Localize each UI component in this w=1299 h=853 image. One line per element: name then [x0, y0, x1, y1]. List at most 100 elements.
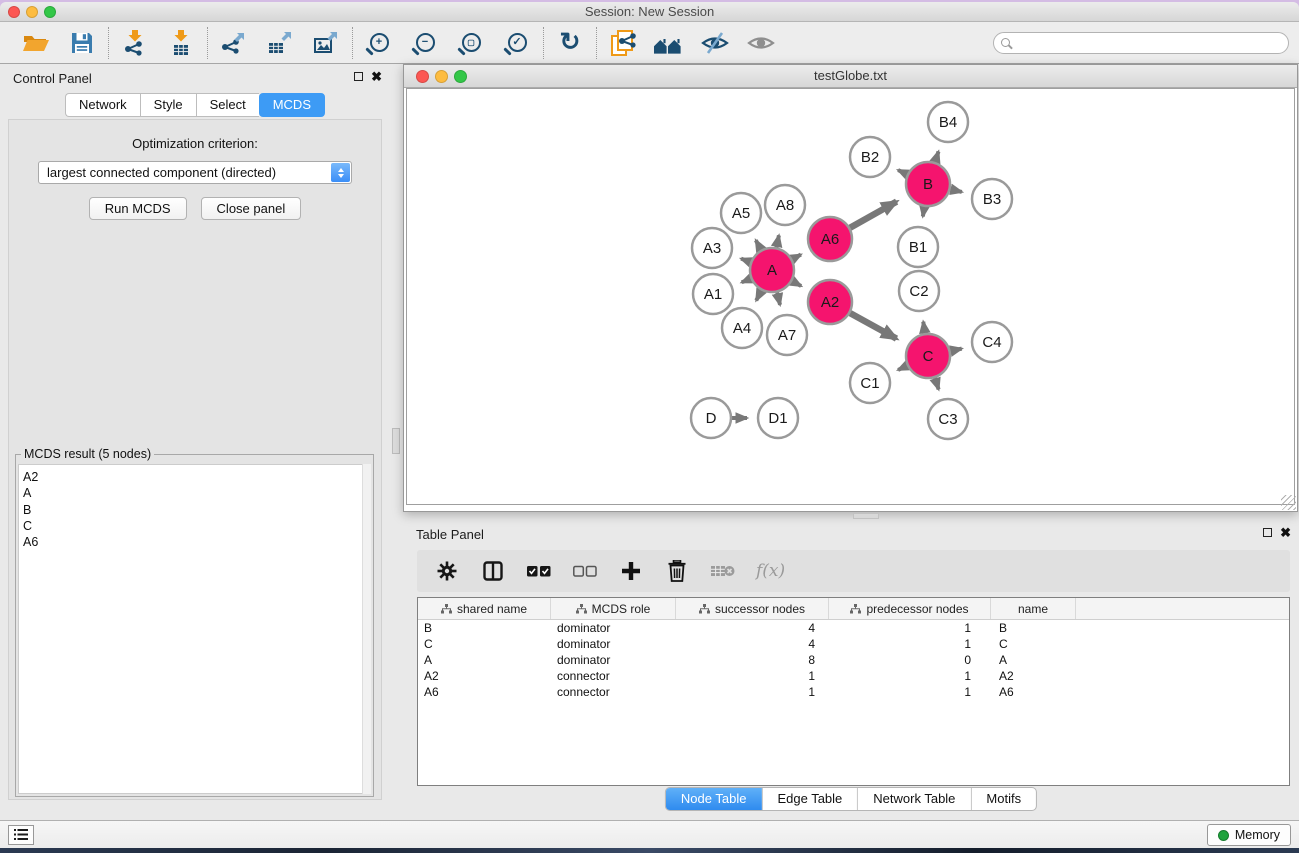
network-close-button[interactable] — [416, 70, 429, 83]
tab-network[interactable]: Network — [65, 93, 140, 117]
table-cell: 1 — [829, 637, 991, 651]
graph-edge-B-B4[interactable] — [935, 152, 938, 163]
tab-edge-table[interactable]: Edge Table — [762, 788, 858, 810]
tab-mcds[interactable]: MCDS — [259, 93, 325, 117]
graph-edge-A2-C[interactable] — [850, 313, 896, 339]
graph-edge-C-C2[interactable] — [923, 322, 925, 334]
function-builder-icon[interactable]: f(x) — [756, 556, 785, 586]
export-table-icon[interactable] — [264, 27, 296, 59]
close-panel-icon[interactable]: ✖ — [371, 72, 382, 81]
mcds-result-list[interactable]: A2ABCA6 — [18, 464, 371, 794]
graph-edge-C-C4[interactable] — [950, 349, 961, 351]
network-graph[interactable]: B4B2BB3A8A5A6B1A3AC2A1A2A4A7C4CC1C3DD1 — [407, 89, 1297, 504]
search-box[interactable] — [993, 32, 1289, 54]
table-row[interactable]: Cdominator41C — [418, 636, 1289, 652]
column-header-mcds-role[interactable]: MCDS role — [551, 598, 676, 619]
minimize-window-button[interactable] — [26, 6, 38, 18]
graph-edge-B-B2[interactable] — [898, 170, 907, 174]
table-cell: B — [418, 621, 551, 635]
column-header-successor-nodes[interactable]: successor nodes — [676, 598, 829, 619]
splitter-grip[interactable] — [392, 428, 400, 454]
import-network-icon[interactable] — [119, 27, 151, 59]
column-header-name[interactable]: name — [991, 598, 1076, 619]
close-panel-icon[interactable]: ✖ — [1280, 528, 1291, 537]
table-cell: connector — [551, 669, 676, 683]
graph-edge-A-A6[interactable] — [792, 255, 801, 260]
open-session-icon[interactable] — [20, 27, 52, 59]
combo-stepper-icon[interactable] — [331, 163, 350, 182]
table-row[interactable]: A2connector11A2 — [418, 668, 1289, 684]
table-cell: C — [418, 637, 551, 651]
splitter-grip[interactable] — [853, 513, 879, 519]
node-table[interactable]: shared nameMCDS rolesuccessor nodesprede… — [417, 597, 1290, 786]
table-cell: 8 — [676, 653, 829, 667]
graph-edge-A-A2[interactable] — [792, 281, 801, 286]
column-header-predecessor-nodes[interactable]: predecessor nodes — [829, 598, 991, 619]
graph-edge-B-B1[interactable] — [923, 207, 925, 217]
graph-edge-A6-B[interactable] — [850, 202, 897, 228]
tab-node-table[interactable]: Node Table — [666, 788, 763, 810]
export-network-icon[interactable] — [218, 27, 250, 59]
add-column-icon[interactable] — [618, 556, 644, 586]
new-network-from-selection-icon[interactable] — [607, 27, 639, 59]
vertical-splitter[interactable] — [390, 64, 403, 820]
float-panel-icon[interactable] — [354, 72, 363, 81]
run-mcds-button[interactable]: Run MCDS — [89, 197, 187, 220]
table-row[interactable]: Adominator80A — [418, 652, 1289, 668]
column-header-shared-name[interactable]: shared name — [418, 598, 551, 619]
memory-button[interactable]: Memory — [1207, 824, 1291, 846]
tab-select[interactable]: Select — [196, 93, 259, 117]
float-panel-icon[interactable] — [1263, 528, 1272, 537]
graph-edge-A-A5[interactable] — [756, 240, 761, 250]
search-input[interactable] — [1015, 36, 1265, 50]
apply-layout-icon[interactable]: ↻ — [554, 27, 586, 59]
result-list-scrollbar[interactable] — [362, 464, 371, 794]
graph-edge-A-A3[interactable] — [741, 259, 750, 262]
result-item[interactable]: A2 — [23, 469, 370, 485]
deselect-all-icon[interactable] — [572, 556, 598, 586]
graph-edge-C-C1[interactable] — [898, 366, 907, 370]
result-item[interactable]: B — [23, 502, 370, 518]
network-minimize-button[interactable] — [435, 70, 448, 83]
tab-style[interactable]: Style — [140, 93, 196, 117]
save-session-icon[interactable] — [66, 27, 98, 59]
graph-edge-A-A4[interactable] — [756, 290, 761, 300]
split-columns-icon[interactable] — [480, 556, 506, 586]
close-window-button[interactable] — [8, 6, 20, 18]
task-history-button[interactable] — [8, 825, 34, 845]
zoom-out-icon[interactable]: − — [409, 27, 441, 59]
graph-edge-A-A8[interactable] — [777, 235, 779, 247]
table-row[interactable]: Bdominator41B — [418, 620, 1289, 636]
zoom-in-icon[interactable]: + — [363, 27, 395, 59]
show-all-networks-icon[interactable] — [653, 27, 685, 59]
show-graphics-details-icon[interactable] — [745, 27, 777, 59]
hierarchy-icon — [850, 604, 861, 614]
graph-edge-B-B3[interactable] — [950, 189, 961, 192]
criterion-select[interactable]: largest connected component (directed) — [38, 161, 352, 184]
table-settings-icon[interactable] — [434, 556, 460, 586]
import-table-icon[interactable] — [165, 27, 197, 59]
window-resize-grip[interactable] — [1281, 495, 1296, 510]
network-zoom-button[interactable] — [454, 70, 467, 83]
result-item[interactable]: A6 — [23, 534, 370, 550]
hide-graphics-details-icon[interactable] — [699, 27, 731, 59]
tab-network-table[interactable]: Network Table — [858, 788, 971, 810]
select-all-icon[interactable] — [526, 556, 552, 586]
delete-table-icon[interactable] — [710, 556, 736, 586]
zoom-selected-icon[interactable]: ✓ — [501, 27, 533, 59]
control-panel-tabs: NetworkStyleSelectMCDS — [0, 93, 390, 117]
delete-column-icon[interactable] — [664, 556, 690, 586]
network-canvas[interactable]: B4B2BB3A8A5A6B1A3AC2A1A2A4A7C4CC1C3DD1 — [406, 88, 1295, 505]
tab-motifs[interactable]: Motifs — [971, 788, 1036, 810]
horizontal-splitter[interactable] — [403, 512, 1299, 520]
graph-edge-C-C3[interactable] — [935, 378, 939, 390]
table-row[interactable]: A6connector11A6 — [418, 684, 1289, 700]
graph-edge-A-A7[interactable] — [777, 292, 780, 304]
export-image-icon[interactable] — [310, 27, 342, 59]
result-item[interactable]: A — [23, 485, 370, 501]
zoom-window-button[interactable] — [44, 6, 56, 18]
result-item[interactable]: C — [23, 518, 370, 534]
close-panel-button[interactable]: Close panel — [201, 197, 302, 220]
graph-edge-A-A1[interactable] — [742, 279, 751, 283]
zoom-fit-icon[interactable]: ▢ — [455, 27, 487, 59]
